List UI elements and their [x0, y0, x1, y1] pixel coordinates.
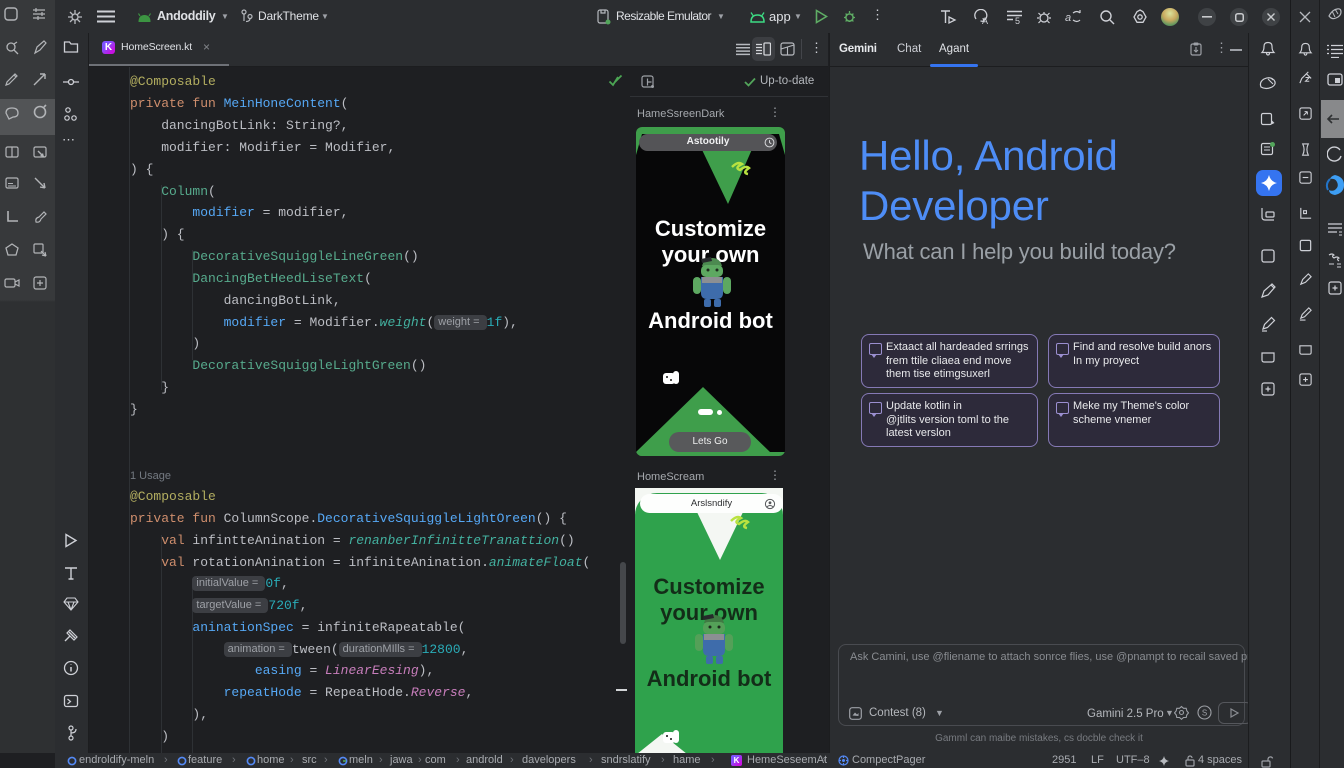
- svg-text:A: A: [982, 16, 988, 25]
- svg-text:S: S: [1202, 709, 1207, 718]
- svg-text:a: a: [1065, 12, 1071, 24]
- svg-text:5: 5: [1015, 16, 1020, 25]
